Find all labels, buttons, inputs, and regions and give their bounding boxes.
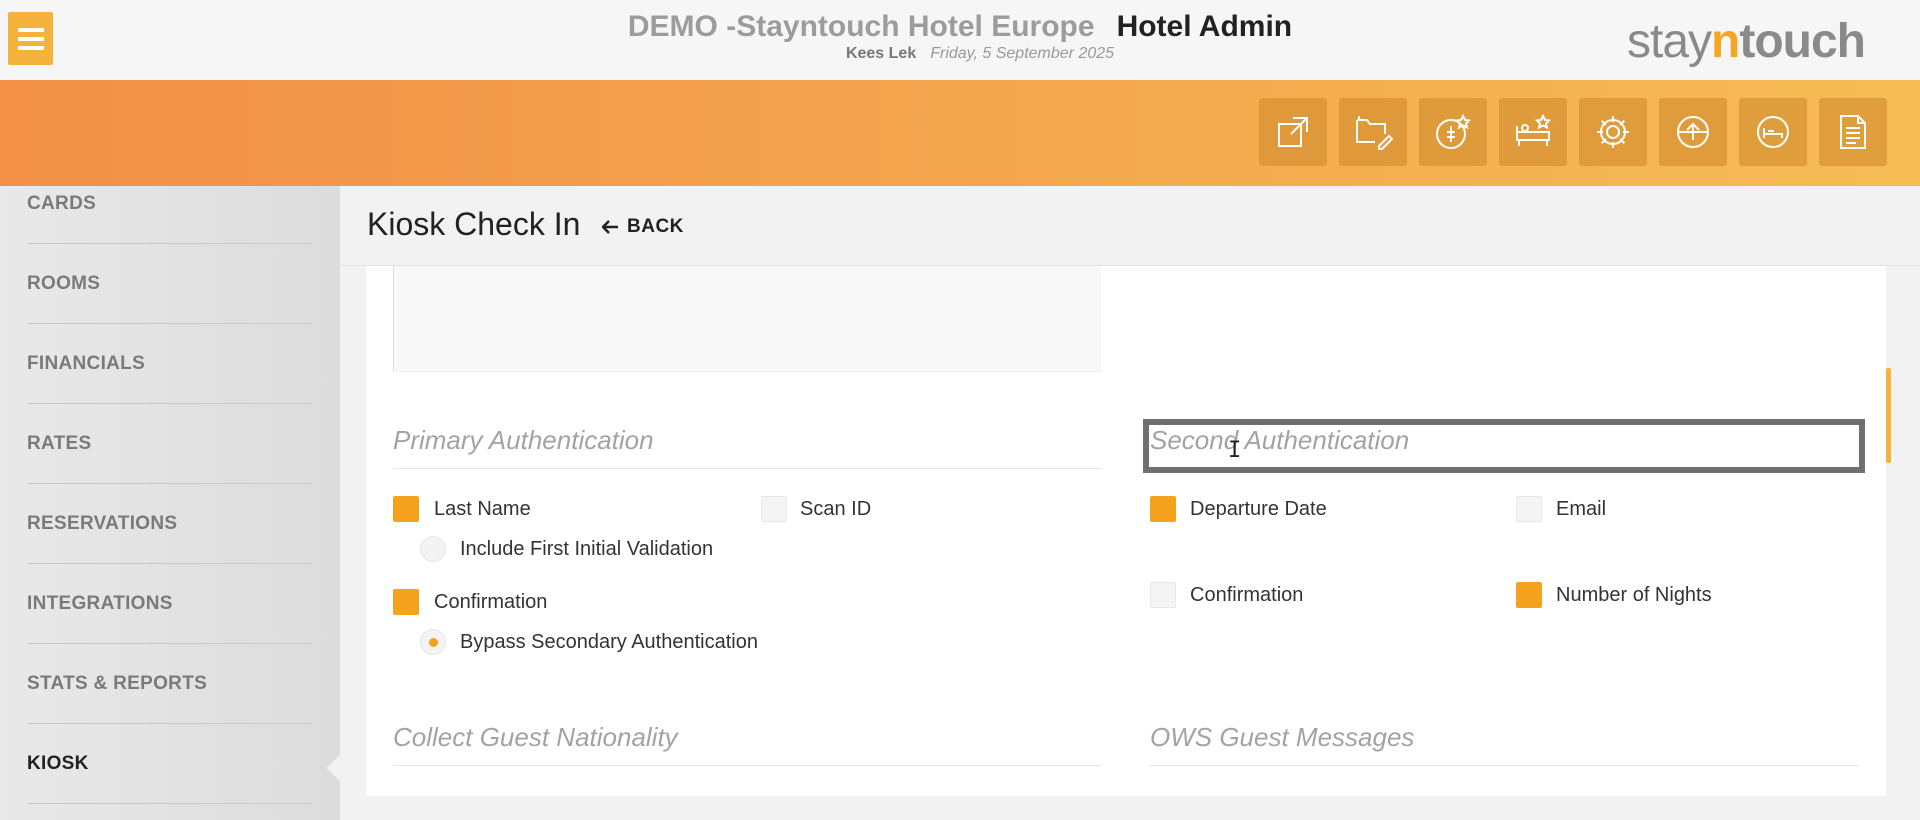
primary-auth-heading: Primary Authentication [393, 425, 654, 455]
divider [393, 765, 1101, 766]
document-icon [1840, 115, 1866, 149]
content-header: Kiosk Check In BACK [340, 186, 1920, 266]
sidebar-item-integrations[interactable]: INTEGRATIONS [27, 564, 312, 644]
ows-messages-heading: OWS Guest Messages [1150, 722, 1415, 752]
sidebar: CARDS ROOMS FINANCIALS RATES RESERVATION… [0, 186, 340, 820]
sidebar-item-reservations[interactable]: RESERVATIONS [27, 484, 312, 564]
scan-id-checkbox[interactable] [761, 496, 787, 522]
email-label: Email [1556, 498, 1607, 520]
rate-star-icon [1436, 113, 1472, 149]
user-name: Kees Lek [845, 45, 917, 62]
top-bar: DEMO -Stayntouch Hotel Europe Hotel Admin… [0, 0, 1920, 80]
page-title: Kiosk Check In [367, 206, 581, 242]
housekeeping-button[interactable] [1499, 98, 1567, 166]
last-name-label: Last Name [434, 498, 531, 520]
sidebar-item-rooms[interactable]: ROOMS [27, 244, 312, 324]
bypass-secondary-label: Bypass Secondary Authentication [460, 631, 758, 653]
confirmation-checkbox-secondary[interactable] [1150, 582, 1176, 608]
departure-date-checkbox[interactable] [1150, 496, 1176, 522]
stayntouch-logo: stayntouch [1627, 15, 1866, 68]
bed-icon [1757, 116, 1789, 148]
app-name: Hotel Admin [1116, 10, 1293, 43]
secondary-auth-heading: Second Authentication [1150, 425, 1410, 455]
arrow-left-icon [602, 220, 618, 234]
scan-id-label: Scan ID [800, 498, 872, 520]
include-first-initial-label: Include First Initial Validation [460, 538, 714, 560]
upload-icon [1677, 116, 1709, 148]
sidebar-item-financials[interactable]: FINANCIALS [27, 324, 312, 404]
text-cursor-icon: I [1228, 438, 1242, 463]
sidebar-item-kiosk[interactable]: KIOSK [27, 724, 312, 804]
back-label: BACK [627, 216, 684, 237]
divider [1150, 765, 1858, 766]
sidebar-item-stats-reports[interactable]: STATS & REPORTS [27, 644, 312, 724]
number-of-nights-label: Number of Nights [1556, 584, 1712, 606]
rooms-button[interactable] [1739, 98, 1807, 166]
back-button[interactable]: BACK [602, 216, 684, 238]
include-first-initial-radio[interactable] [420, 536, 446, 562]
last-name-checkbox[interactable] [393, 496, 419, 522]
rate-manager-button[interactable] [1419, 98, 1487, 166]
departure-date-label: Departure Date [1190, 498, 1327, 520]
divider [393, 468, 1101, 469]
current-date: Friday, 5 September 2025 [930, 45, 1115, 62]
folder-edit-button[interactable] [1339, 98, 1407, 166]
email-checkbox[interactable] [1516, 496, 1542, 522]
preview-area [393, 266, 1101, 372]
scrollbar-thumb[interactable] [1886, 368, 1891, 463]
bypass-secondary-radio[interactable] [420, 629, 446, 655]
gear-icon [1597, 116, 1629, 148]
confirmation-label-secondary: Confirmation [1190, 584, 1304, 606]
external-link-button[interactable] [1259, 98, 1327, 166]
external-link-icon [1278, 117, 1308, 147]
confirmation-checkbox-primary[interactable] [393, 589, 419, 615]
housekeeping-icon [1516, 113, 1552, 146]
hotel-name: DEMO -Stayntouch Hotel Europe [627, 10, 1095, 43]
confirmation-label-primary: Confirmation [434, 591, 548, 613]
folder-edit-icon [1356, 116, 1393, 150]
sidebar-item-rates[interactable]: RATES [27, 404, 312, 484]
active-indicator [326, 754, 341, 782]
settings-button[interactable] [1579, 98, 1647, 166]
upload-button[interactable] [1659, 98, 1727, 166]
settings-panel: Primary Authentication Last Name Scan ID… [366, 266, 1886, 796]
reports-button[interactable] [1819, 98, 1887, 166]
sidebar-item-cards[interactable]: CARDS [27, 164, 312, 244]
collect-nationality-heading: Collect Guest Nationality [393, 722, 678, 752]
number-of-nights-checkbox[interactable] [1516, 582, 1542, 608]
